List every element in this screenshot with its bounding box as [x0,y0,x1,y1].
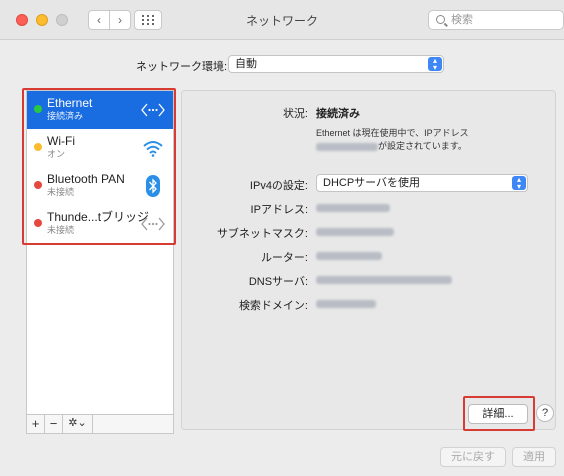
service-detail-panel: 状況: 接続済み Ethernet は現在使用中で、IPアドレス が設定されてい… [181,90,556,430]
revert-button[interactable]: 元に戻す [440,447,506,467]
ipv4-label: IPv4の設定: [249,180,308,192]
status-note-line1: Ethernet は現在使用中で、IPアドレス [316,128,469,138]
service-item[interactable]: Bluetooth PAN 未接続 [27,167,173,205]
search-placeholder: 検索 [451,14,473,26]
status-dot-icon [34,105,42,113]
service-list: Ethernet 接続済み Wi-Fi オン Bluetooth PAN 未接続 Thund… [27,91,173,243]
subnet-label: サブネットマスク: [216,228,308,240]
ip-address-label: IPアドレス: [250,204,308,216]
location-select[interactable]: 自動 ▴ ▾ [228,55,444,73]
search-icon [436,15,445,24]
gear-menu-button[interactable]: ✲⌄ [63,415,93,433]
thunderbolt-bridge-icon [141,213,165,235]
service-item[interactable]: Thunde...tブリッジ 未接続 [27,205,173,243]
location-value: 自動 [235,58,257,70]
dns-value [316,274,452,286]
add-service-button[interactable]: + [27,415,45,433]
bluetooth-icon [141,175,165,197]
updown-arrows-icon: ▴ ▾ [512,176,526,191]
status-note: Ethernet は現在使用中で、IPアドレス が設定されています。 [316,127,536,153]
ipv4-select[interactable]: DHCPサーバを使用 ▴ ▾ [316,174,528,192]
service-list-toolbar: + − ✲⌄ [26,414,174,434]
ip-address-value [316,202,390,214]
search-input[interactable]: 検索 [428,10,564,30]
help-button[interactable]: ? [536,404,554,422]
status-dot-icon [34,143,42,151]
network-preferences-window: ‹ › ネットワーク 検索 ネットワーク環境: 自動 ▴ ▾ Ethernet 接続… [0,0,564,476]
remove-service-button[interactable]: − [45,415,63,433]
status-value: 接続済み [316,108,360,120]
status-dot-icon [34,181,42,189]
router-value [316,250,382,262]
router-label: ルーター: [260,252,308,264]
location-label: ネットワーク環境: [136,61,228,73]
service-list-panel: Ethernet 接続済み Wi-Fi オン Bluetooth PAN 未接続 Thund… [26,90,174,428]
dns-label: DNSサーバ: [248,276,308,288]
advanced-button[interactable]: 詳細... [468,404,528,424]
redacted-ip [316,142,378,151]
service-item[interactable]: Ethernet 接続済み [27,91,173,129]
updown-arrows-icon: ▴ ▾ [428,57,442,72]
search-domain-value [316,298,376,310]
title-bar: ‹ › ネットワーク 検索 [0,0,564,40]
status-dot-icon [34,219,42,227]
status-label: 状況: [282,108,308,120]
ethernet-icon [141,99,165,121]
subnet-value [316,226,394,238]
wifi-icon [141,137,165,159]
status-note-line2-row: が設定されています。 [316,140,536,153]
search-domain-label: 検索ドメイン: [238,300,308,312]
service-item[interactable]: Wi-Fi オン [27,129,173,167]
apply-button[interactable]: 適用 [512,447,556,467]
ipv4-value: DHCPサーバを使用 [323,177,421,189]
status-note-line2: が設定されています。 [378,141,467,151]
